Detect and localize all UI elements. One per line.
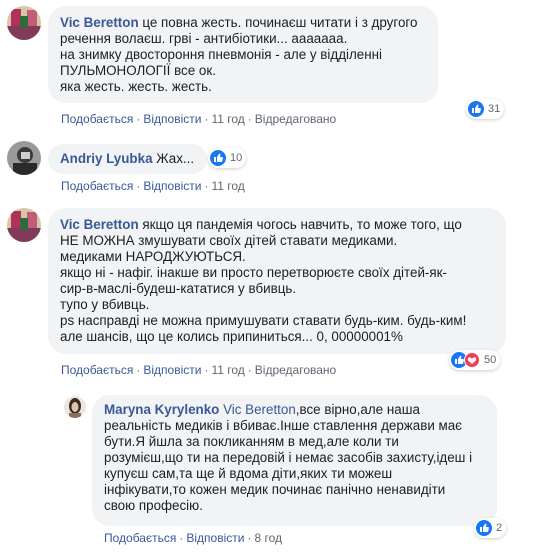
like-button[interactable]: Подобається xyxy=(61,179,133,193)
comment-text: це повна жесть. починаєш читати і з друг… xyxy=(138,15,418,30)
like-button[interactable]: Подобається xyxy=(61,363,133,377)
reactions-summary[interactable]: 50 xyxy=(449,350,501,370)
comment-bubble: Andriy Lyubka Жах... xyxy=(48,144,207,174)
reaction-count: 10 xyxy=(230,152,243,164)
like-icon xyxy=(476,520,492,536)
reactions-summary[interactable]: 2 xyxy=(474,518,507,538)
comment-author[interactable]: Andriy Lyubka xyxy=(60,151,153,166)
avatar[interactable] xyxy=(7,208,41,242)
reaction-count: 31 xyxy=(488,103,501,115)
mention-link[interactable]: Vic Beretton xyxy=(219,402,296,417)
like-icon xyxy=(210,150,226,166)
avatar[interactable] xyxy=(7,6,41,40)
edited-label[interactable]: Відредаговано xyxy=(255,112,336,126)
avatar[interactable] xyxy=(7,141,41,175)
reaction-count: 50 xyxy=(484,354,497,366)
love-icon xyxy=(464,352,480,368)
like-icon xyxy=(468,101,484,117)
comment-time[interactable]: 11 год xyxy=(211,179,244,193)
comment-author[interactable]: Vic Beretton xyxy=(60,15,139,30)
reply-button[interactable]: Відповісти xyxy=(186,531,244,545)
comment-text-rest: НЕ МОЖНА змушувати своїх дітей ставати м… xyxy=(60,233,467,344)
comment-actions: Подобається · Відповісти · 11 год · Відредагов… xyxy=(61,112,337,126)
comment-actions: Подобається · Відповісти · 11 год xyxy=(61,179,245,193)
comment-text-rest: речення волаєш. грві - антибіотики... аа… xyxy=(60,31,383,94)
comment-bubble: Vic Beretton якщо ця пандемія чогось нав… xyxy=(48,208,506,354)
comment-text: Жах... xyxy=(152,151,195,166)
reaction-count: 2 xyxy=(496,522,503,534)
comment-text: якщо ця пандемія чогось навчить, то може… xyxy=(138,217,462,232)
like-button[interactable]: Подобається xyxy=(61,112,133,126)
reply-button[interactable]: Відповісти xyxy=(143,363,201,377)
comment-bubble: Maryna Kyrylenko Vic Beretton,все вірно,… xyxy=(92,395,497,526)
comment-text-rest: реальність медиків і вбиває.Інше ставлен… xyxy=(104,418,473,513)
like-button[interactable]: Подобається xyxy=(104,531,176,545)
reactions-summary[interactable]: 31 xyxy=(466,99,505,119)
comment-author[interactable]: Maryna Kyrylenko xyxy=(104,402,219,417)
comment-text: ,все вірно,але наша xyxy=(295,402,420,417)
reply-button[interactable]: Відповісти xyxy=(143,179,201,193)
comment-time[interactable]: 8 год xyxy=(254,531,282,545)
edited-label[interactable]: Відредаговано xyxy=(255,363,336,377)
reactions-summary[interactable]: 10 xyxy=(208,148,247,168)
comment-time[interactable]: 11 год xyxy=(211,112,244,126)
comment-actions: Подобається · Відповісти · 11 год · Відредагов… xyxy=(61,363,337,377)
comment-actions: Подобається · Відповісти · 8 год xyxy=(104,531,282,545)
reply-button[interactable]: Відповісти xyxy=(143,112,201,126)
comment-author[interactable]: Vic Beretton xyxy=(60,217,139,232)
comment-bubble: Vic Beretton це повна жесть. починаєш чи… xyxy=(48,6,438,103)
comment-time[interactable]: 11 год xyxy=(211,363,244,377)
avatar[interactable] xyxy=(64,396,86,418)
